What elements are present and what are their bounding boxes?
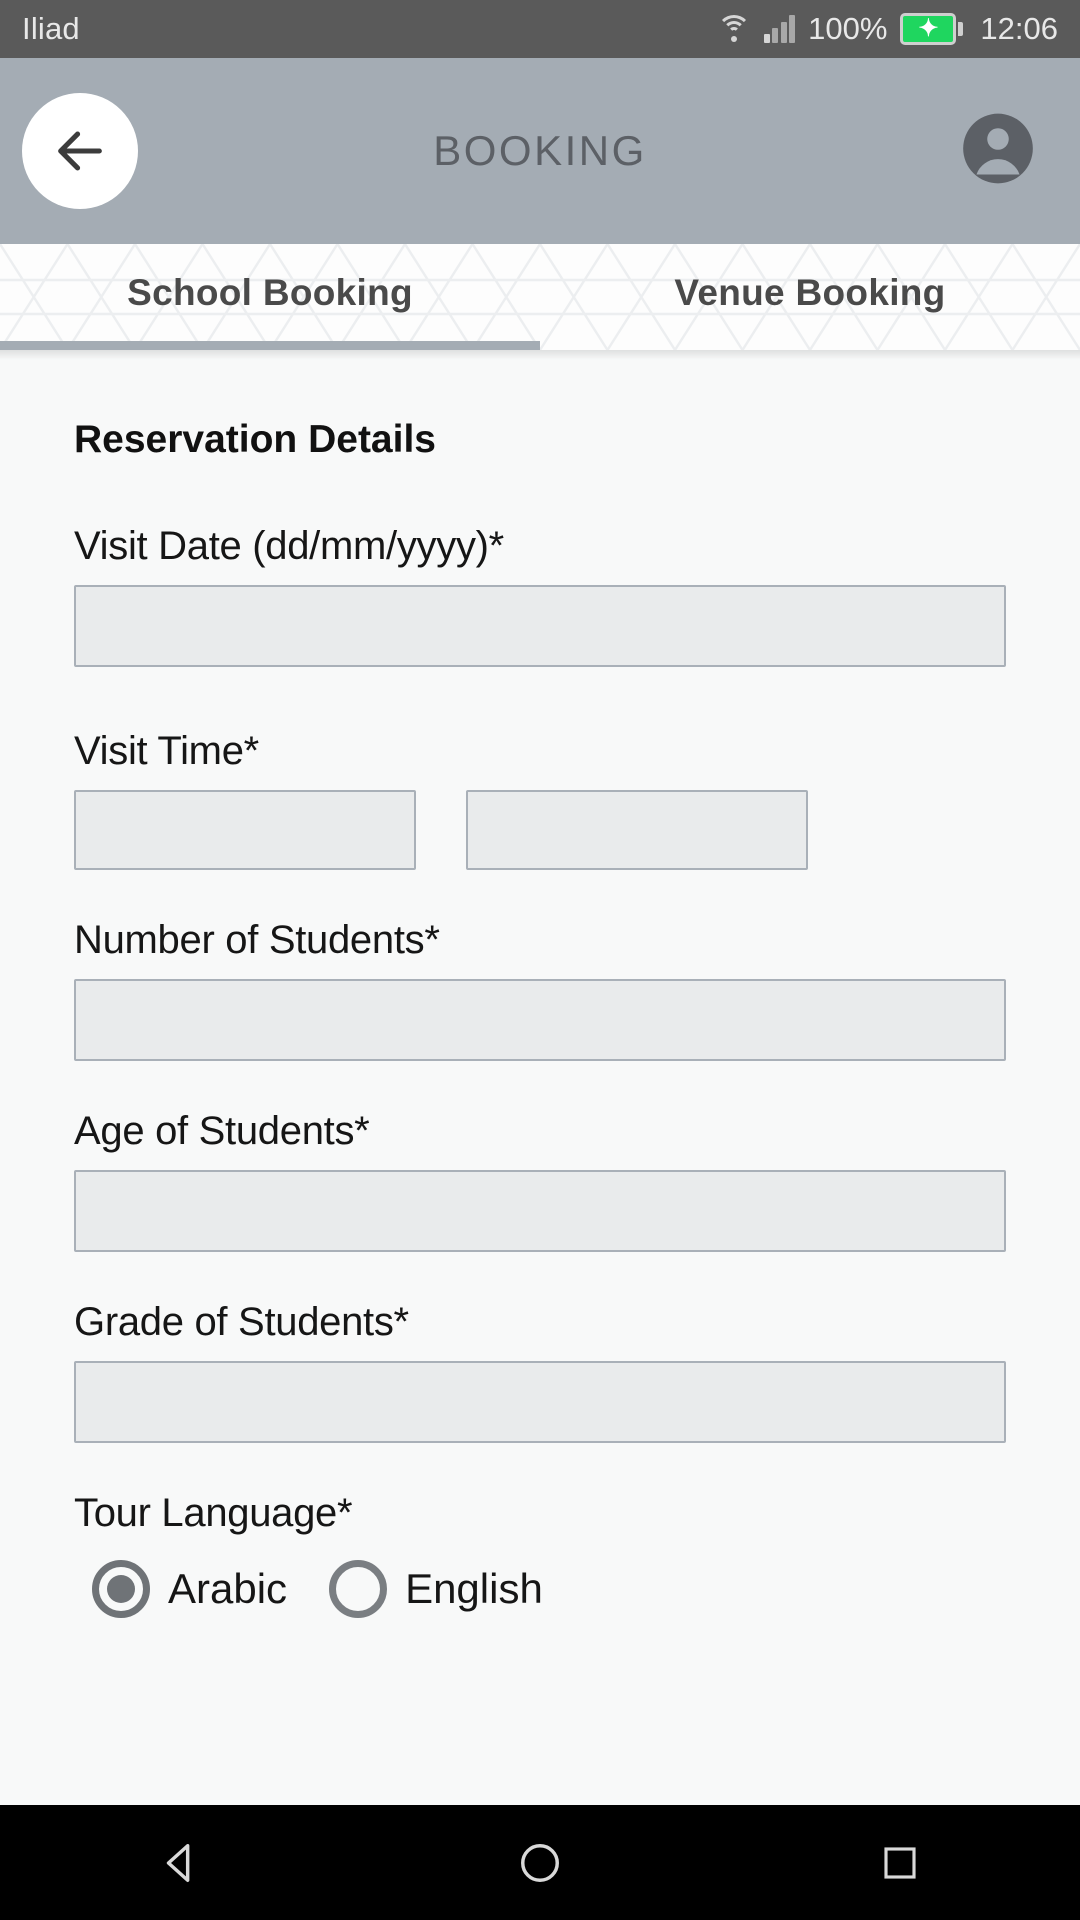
section-title: Reservation Details [74,418,436,461]
field-label: Number of Students* [74,918,440,962]
app-bar: BOOKING [0,58,1080,244]
radio-option-english[interactable]: English [311,1560,543,1618]
tab-venue-booking[interactable]: Venue Booking [540,244,1080,350]
tab-school-booking[interactable]: School Booking [0,244,540,350]
tab-bar-shadow [0,350,1080,360]
nav-recents-button[interactable] [800,1805,1000,1920]
form-content: Reservation Details Visit Date (dd/mm/yy… [0,350,1080,1805]
tour-language-radio-group: Arabic English [74,1560,1006,1618]
nav-back-triangle-icon [166,1843,190,1882]
android-nav-bar [0,1805,1080,1920]
field-grade-of-students: Grade of Students* [74,1300,1006,1443]
nav-recents-square-icon [884,1846,916,1879]
nav-home-circle-icon [521,1843,559,1882]
nav-back-button[interactable] [80,1805,280,1920]
tab-label: Venue Booking [674,272,946,313]
field-label: Age of Students* [74,1109,370,1153]
battery-charging-icon: ✦ [900,13,964,45]
tabs-row: School Booking Venue Booking [0,244,1080,350]
field-label: Grade of Students* [74,1300,409,1344]
status-bar: Iliad 100% ✦ 12:06 [0,0,1080,58]
phone-screen: Iliad 100% ✦ 12:06 BOOKING School Bookin… [0,0,1080,1920]
field-label: Visit Time* [74,729,259,773]
field-label: Tour Language* [74,1491,353,1535]
back-arrow-icon [58,131,102,171]
age-of-students-input[interactable] [74,1170,1006,1252]
radio-button-selected-icon[interactable] [92,1560,150,1618]
wifi-icon [716,14,751,44]
account-button[interactable] [960,111,1036,192]
radio-label: English [405,1565,543,1612]
visit-date-input[interactable] [74,585,1006,667]
field-age-of-students: Age of Students* [74,1109,1006,1252]
visit-time-from-input[interactable] [74,790,416,870]
carrier-label: Iliad [22,11,80,46]
tab-label: School Booking [127,272,413,313]
field-tour-language: Tour Language* Arabic English [74,1491,1006,1618]
grade-of-students-input[interactable] [74,1361,1006,1443]
number-of-students-input[interactable] [74,979,1006,1061]
active-tab-indicator [0,341,540,350]
account-circle-icon [963,113,1033,184]
field-label: Visit Date (dd/mm/yyyy)* [74,524,504,568]
radio-button-unselected-icon[interactable] [329,1560,388,1618]
field-number-of-students: Number of Students* [74,918,1006,1061]
radio-option-arabic[interactable]: Arabic [74,1560,287,1618]
field-visit-time: Visit Time* [74,729,1006,870]
field-visit-date: Visit Date (dd/mm/yyyy)* [74,524,1006,667]
tab-bar: School Booking Venue Booking [0,244,1080,350]
radio-label: Arabic [168,1565,288,1612]
clock-label: 12:06 [980,11,1058,46]
nav-home-button[interactable] [440,1805,640,1920]
battery-percent-label: 100% [808,11,888,46]
visit-time-row [74,790,1006,870]
status-icons: 100% ✦ 12:06 [716,11,1058,47]
back-button[interactable] [22,93,138,209]
page-title: BOOKING [433,127,647,174]
visit-time-to-input[interactable] [466,790,808,870]
cellular-signal-icon [763,15,796,43]
